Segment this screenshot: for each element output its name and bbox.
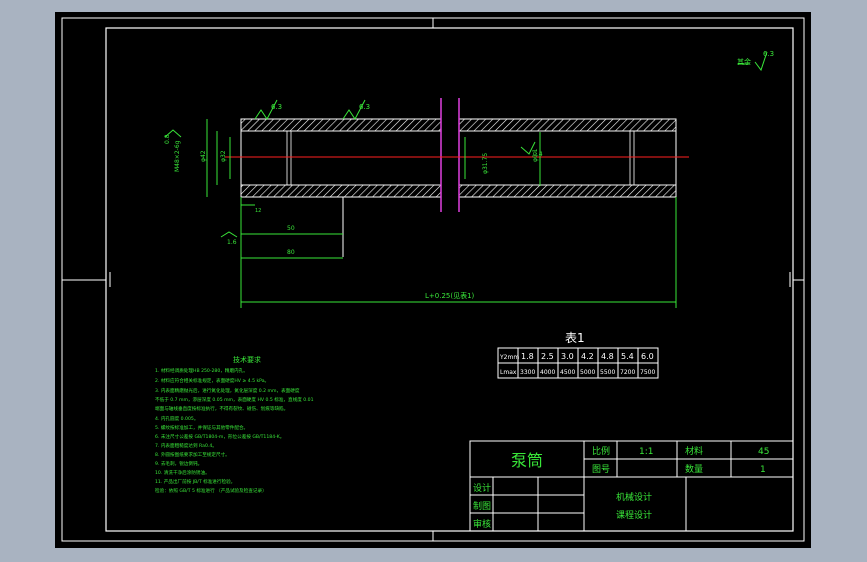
tech-req-line: 10. 清洗干净后涂防锈油。 — [155, 469, 210, 476]
table-cell: 4.8 — [601, 352, 614, 361]
table-1-title: 表1 — [565, 331, 585, 345]
table-cell: 3300 — [520, 369, 535, 376]
roughness-left: 0.8 — [164, 134, 171, 144]
cad-viewport[interactable]: 6.3 6.3 1.6 0.4 6.3 其余 L+0.25(见表1) 50 80… — [55, 12, 811, 548]
tech-req-line: 2. 材料应符合相关标准规定，表面硬度HV ≥ 4.5 kPa。 — [155, 377, 269, 384]
tech-requirements: 技术要求 1. 材料经调质处理HB 250-280，精磨内孔。 2. 材料应符合… — [155, 355, 314, 494]
tech-req-line: 检验：依照 GB/T 5 标准进行 （产品试验及检查记录） — [155, 487, 267, 494]
table-cell: 2.5 — [541, 352, 554, 361]
drawing-canvas: 6.3 6.3 1.6 0.4 6.3 其余 L+0.25(见表1) 50 80… — [61, 17, 805, 542]
material-label: 材料 — [685, 445, 703, 457]
table-row1-header: Y2mm — [499, 354, 519, 361]
tech-req-line: 8. 外圆按图纸要求加工至规定尺寸。 — [155, 451, 230, 458]
dim-small: 12 — [255, 208, 261, 214]
table-cell: 6.0 — [641, 352, 654, 361]
roughness-label-2: 6.3 — [359, 103, 370, 111]
design-label: 设计 — [473, 482, 491, 494]
material-value: 45 — [758, 447, 769, 457]
tech-req-line: 4. 内孔圆度 0.005。 — [155, 415, 198, 422]
table-cell: 5500 — [600, 369, 615, 376]
quantity-label: 数量 — [685, 463, 703, 475]
table-cell: 5.4 — [621, 352, 634, 361]
company-line-1: 机械设计 — [616, 491, 652, 503]
part-name: 泵筒 — [511, 451, 543, 470]
dim-dia-2: φ32 — [220, 150, 227, 162]
dim-inner: φ31.75 — [482, 153, 489, 174]
table-cell: 5000 — [580, 369, 595, 376]
roughness-general-prefix: 其余 — [737, 57, 751, 66]
tech-req-line: 不低于 0.7 mm，渗层深度 0.05 mm，表面硬度 HV 0.5 标准，直… — [155, 396, 314, 403]
table-1: 表1 Y2mm 1.8 2.5 3.0 4.2 4.8 5.4 6.0 Lmax… — [497, 331, 659, 379]
table-cell: 7500 — [640, 369, 655, 376]
tech-req-title: 技术要求 — [233, 355, 261, 364]
table-row2-header: Lmax — [500, 369, 517, 376]
tech-req-line: 5. 螺纹按标准加工，并保证与其他零件配合。 — [155, 424, 248, 431]
dim-inner-2: φ0.1 — [532, 148, 539, 162]
tech-req-line: 7. 内表面粗糙度达到 Ra0.4。 — [155, 442, 217, 449]
table-cell: 4000 — [540, 369, 555, 376]
pipe-body — [225, 98, 689, 257]
review-label: 审核 — [473, 518, 491, 530]
dim-total: L+0.25(见表1) — [425, 291, 475, 300]
draw-label: 制图 — [473, 500, 491, 512]
scale-label: 比例 — [592, 445, 610, 457]
dim-short-1: 50 — [287, 225, 295, 232]
table-cell: 7200 — [620, 369, 635, 376]
table-cell: 4.2 — [581, 352, 594, 361]
dim-dia-1: φ42 — [200, 150, 207, 162]
tech-req-line: 3. 内表面精磨抛光后，进行氮化处理，氮化层深度 0.2 mm，表面硬度 — [155, 387, 300, 394]
table-cell: 3.0 — [561, 352, 574, 361]
tech-req-line: 端面与轴线垂直度按标准执行，不得有裂纹、碰伤、划痕等缺陷。 — [155, 405, 288, 412]
table-cell: 1.8 — [521, 352, 534, 361]
roughness-label-1: 6.3 — [271, 103, 282, 111]
table-cell: 4500 — [560, 369, 575, 376]
dim-thread: M48×2-6g — [174, 140, 181, 172]
dim-short-2: 80 — [287, 249, 295, 256]
tech-req-line: 1. 材料经调质处理HB 250-280，精磨内孔。 — [155, 367, 248, 374]
scale-value: 1:1 — [639, 447, 653, 457]
tech-req-line: 9. 去毛刺，锐边倒钝。 — [155, 460, 202, 467]
company-line-2: 课程设计 — [616, 509, 652, 521]
drawing-no-label: 图号 — [592, 464, 610, 475]
roughness-general-value: 6.3 — [763, 50, 774, 58]
quantity-value: 1 — [760, 465, 766, 475]
tech-req-line: 6. 未注尺寸公差按 GB/T1804-m，形位公差按 GB/T1184-K。 — [155, 433, 284, 440]
roughness-label-3: 1.6 — [227, 239, 237, 246]
tech-req-line: 11. 产品出厂前按 JB/T 标准进行检验。 — [155, 478, 235, 485]
